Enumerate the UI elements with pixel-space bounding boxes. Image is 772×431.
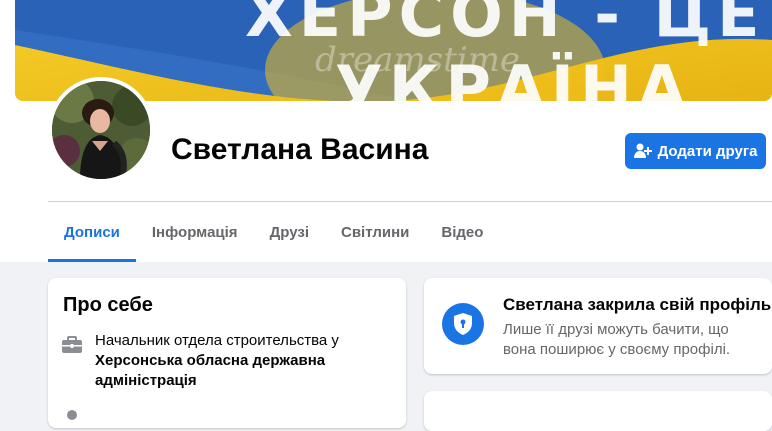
tab-photos[interactable]: Світлини <box>325 202 425 262</box>
shield-icon <box>442 303 484 345</box>
add-friend-button[interactable]: Додати друга <box>625 133 766 169</box>
add-friend-label: Додати друга <box>657 142 758 160</box>
tab-about[interactable]: Інформація <box>136 202 254 262</box>
cover-text-line1: ХЕРСОН - ЦЕ <box>245 0 766 51</box>
locked-profile-card: Светлана закрила свій профіль Лише її др… <box>424 278 772 374</box>
briefcase-icon <box>62 336 82 359</box>
about-card: Про себе Начальник отдела строительства … <box>48 278 406 428</box>
about-title: Про себе <box>63 294 153 316</box>
info-icon <box>66 408 78 420</box>
tab-posts[interactable]: Дописи <box>48 202 136 262</box>
avatar-photo <box>52 81 150 179</box>
profile-tabs: Дописи Інформація Друзі Світлини Відео <box>48 202 499 262</box>
tab-friends[interactable]: Друзі <box>254 202 325 262</box>
person-add-icon <box>633 143 652 159</box>
about-job-text: Начальник отдела строительства у Херсонс… <box>95 331 385 391</box>
job-organization-link[interactable]: Херсонська обласна державна адміністраці… <box>95 352 325 389</box>
cover-text-line2: УКРАЇНА <box>335 52 692 101</box>
profile-name: Светлана Васина <box>171 133 429 166</box>
tab-videos[interactable]: Відео <box>425 202 499 262</box>
job-title: Начальник отдела строительства у <box>95 332 339 349</box>
next-card <box>424 391 772 431</box>
profile-avatar[interactable] <box>48 77 154 183</box>
locked-profile-title: Светлана закрила свій профіль <box>503 295 772 314</box>
locked-profile-description: Лише її друзі можуть бачити, що вона пош… <box>503 321 731 358</box>
